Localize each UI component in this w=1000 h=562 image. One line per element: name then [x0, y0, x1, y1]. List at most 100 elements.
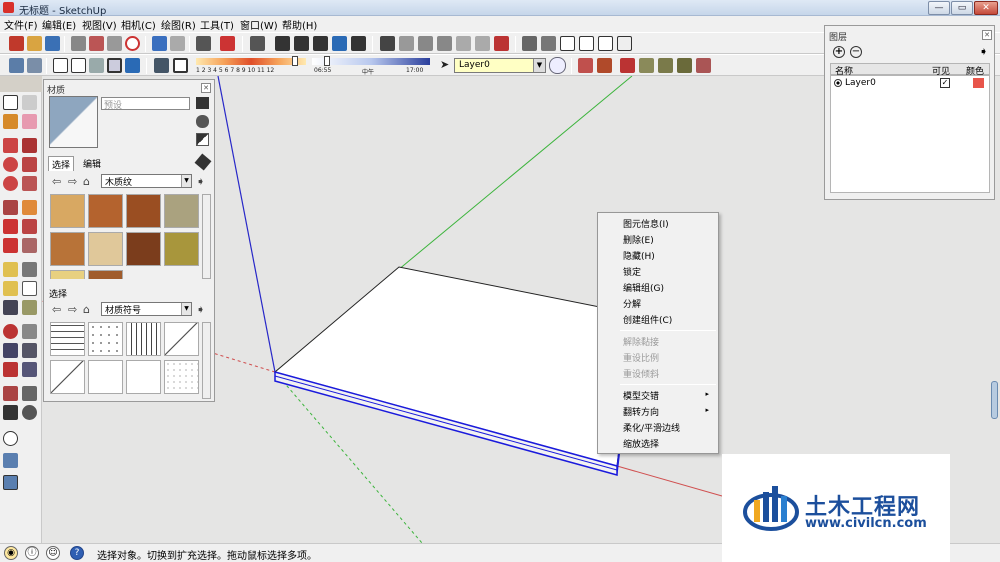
shadows-toggle-icon[interactable] — [154, 58, 169, 73]
house-icon[interactable] — [598, 36, 613, 51]
move-icon[interactable] — [3, 200, 18, 215]
visible-checkbox[interactable]: ✓ — [940, 78, 950, 88]
menu-edit-group[interactable]: 编辑组(G) — [623, 281, 664, 294]
top-view-icon[interactable] — [275, 36, 290, 51]
pattern-scrollbar[interactable] — [202, 322, 211, 399]
home-icon[interactable]: ⌂ — [83, 303, 90, 316]
menu-tools[interactable]: 工具(T) — [200, 17, 234, 32]
zoom-tool-icon[interactable] — [3, 343, 18, 358]
zoom-window-tool-icon[interactable] — [22, 343, 37, 358]
position-camera-icon[interactable] — [3, 386, 18, 401]
new-file-icon[interactable] — [9, 36, 24, 51]
offset-icon[interactable] — [22, 238, 37, 253]
menu-edit[interactable]: 编辑(E) — [42, 17, 76, 32]
share-model-icon[interactable] — [3, 475, 18, 490]
swatch-pattern-3[interactable] — [126, 322, 161, 356]
swatch-wood-10[interactable] — [88, 270, 123, 279]
swatch-wood-1[interactable] — [50, 194, 85, 228]
undo-icon[interactable] — [152, 36, 167, 51]
chevron-down-icon[interactable]: ▼ — [181, 303, 191, 315]
menu-file[interactable]: 文件(F) — [4, 17, 38, 32]
3d-text-icon[interactable] — [22, 300, 37, 315]
credits-icon[interactable]: ⓘ — [25, 546, 39, 560]
back-view-icon[interactable] — [332, 36, 347, 51]
warehouse-icon[interactable] — [541, 36, 556, 51]
month-thumb[interactable] — [292, 56, 298, 66]
create-material-icon[interactable] — [196, 115, 209, 128]
material-name-field[interactable]: 预设 — [101, 97, 190, 111]
save-icon[interactable] — [45, 36, 60, 51]
sandbox-from-scratch-icon[interactable] — [597, 58, 612, 73]
home-icon[interactable]: ⌂ — [83, 175, 90, 188]
front-view-icon[interactable] — [294, 36, 309, 51]
tab-select[interactable]: 选择 — [48, 156, 75, 171]
menu-view[interactable]: 视图(V) — [82, 17, 117, 32]
flip-edge-icon[interactable] — [696, 58, 711, 73]
default-material-icon[interactable] — [196, 133, 209, 146]
text-tool-icon[interactable] — [22, 281, 37, 296]
swatch-pattern-5[interactable] — [50, 360, 85, 394]
google-earth-icon[interactable] — [3, 431, 18, 446]
freehand-icon[interactable] — [22, 157, 37, 172]
scale-icon[interactable] — [3, 238, 18, 253]
rotate-icon[interactable] — [3, 219, 18, 234]
menu-window[interactable]: 窗口(W) — [240, 17, 278, 32]
get-models-icon[interactable] — [3, 453, 18, 468]
shadow-time-slider[interactable]: 06:55 中午 17:00 — [312, 56, 430, 76]
pan-icon[interactable] — [399, 36, 414, 51]
wireframe-icon[interactable] — [53, 58, 68, 73]
swatch-pattern-4[interactable] — [164, 322, 199, 356]
menu-help[interactable]: 帮助(H) — [282, 17, 317, 32]
user-icon[interactable]: ☺ — [46, 546, 60, 560]
protractor-icon[interactable] — [3, 281, 18, 296]
swatch-wood-9[interactable] — [50, 270, 85, 279]
swatch-scrollbar[interactable] — [202, 194, 211, 279]
viewport-scroll-thumb[interactable] — [991, 381, 998, 419]
shaded-icon[interactable] — [89, 58, 104, 73]
shadow-settings-icon[interactable] — [173, 58, 188, 73]
help-icon[interactable]: ? — [70, 546, 84, 560]
menu-hide[interactable]: 隐藏(H) — [623, 249, 655, 262]
time-thumb[interactable] — [324, 56, 330, 66]
previous-tool-icon[interactable] — [22, 362, 37, 377]
redo-icon[interactable] — [170, 36, 185, 51]
chevron-down-icon[interactable]: ▼ — [181, 175, 191, 187]
swatch-wood-2[interactable] — [88, 194, 123, 228]
geo-location-icon[interactable]: ◉ — [4, 546, 18, 560]
swatch-pattern-2[interactable] — [88, 322, 123, 356]
look-around-icon[interactable] — [22, 386, 37, 401]
paste-icon[interactable] — [107, 36, 122, 51]
make-component-icon[interactable] — [22, 95, 37, 110]
eyedropper-icon[interactable] — [194, 153, 212, 171]
swatch-wood-8[interactable] — [164, 232, 199, 266]
swatch-pattern-7[interactable] — [126, 360, 161, 394]
tape-measure-icon[interactable] — [3, 262, 18, 277]
active-layer-radio[interactable] — [834, 79, 842, 87]
swatch-pattern-1[interactable] — [50, 322, 85, 356]
menu-make-component[interactable]: 创建组件(C) — [623, 313, 672, 326]
menu-camera[interactable]: 相机(C) — [121, 17, 156, 32]
push-pull-icon[interactable] — [22, 200, 37, 215]
select-pointer-icon[interactable]: ➤ — [440, 58, 450, 73]
swatch-wood-6[interactable] — [88, 232, 123, 266]
zoom-icon[interactable] — [418, 36, 433, 51]
arc-icon[interactable] — [22, 176, 37, 191]
section-tool-icon[interactable] — [22, 405, 37, 420]
back-arrow-icon[interactable]: ⇦ — [52, 303, 61, 316]
menu-flip-along[interactable]: 翻转方向 ▸ — [623, 405, 715, 418]
shadow-month-slider[interactable]: 1 2 3 4 5 6 7 8 9 10 11 12 — [196, 56, 306, 76]
zoom-extents-icon[interactable] — [494, 36, 509, 51]
details-arrow-icon[interactable]: ➧ — [196, 175, 205, 188]
back-edges-icon[interactable] — [27, 58, 42, 73]
house-outline-icon[interactable] — [579, 36, 594, 51]
print-icon[interactable] — [196, 36, 211, 51]
open-file-icon[interactable] — [27, 36, 42, 51]
chevron-down-icon[interactable]: ▼ — [533, 59, 545, 72]
menu-lock[interactable]: 锁定 — [623, 265, 641, 278]
secondary-collection-dropdown[interactable]: 材质符号 ▼ — [101, 302, 192, 316]
display-secondary-icon[interactable] — [196, 97, 209, 109]
walk-icon[interactable] — [3, 405, 18, 420]
section-plane-icon[interactable] — [522, 36, 537, 51]
forward-arrow-icon[interactable]: ⇨ — [68, 303, 77, 316]
rectangle-icon[interactable] — [3, 138, 18, 153]
